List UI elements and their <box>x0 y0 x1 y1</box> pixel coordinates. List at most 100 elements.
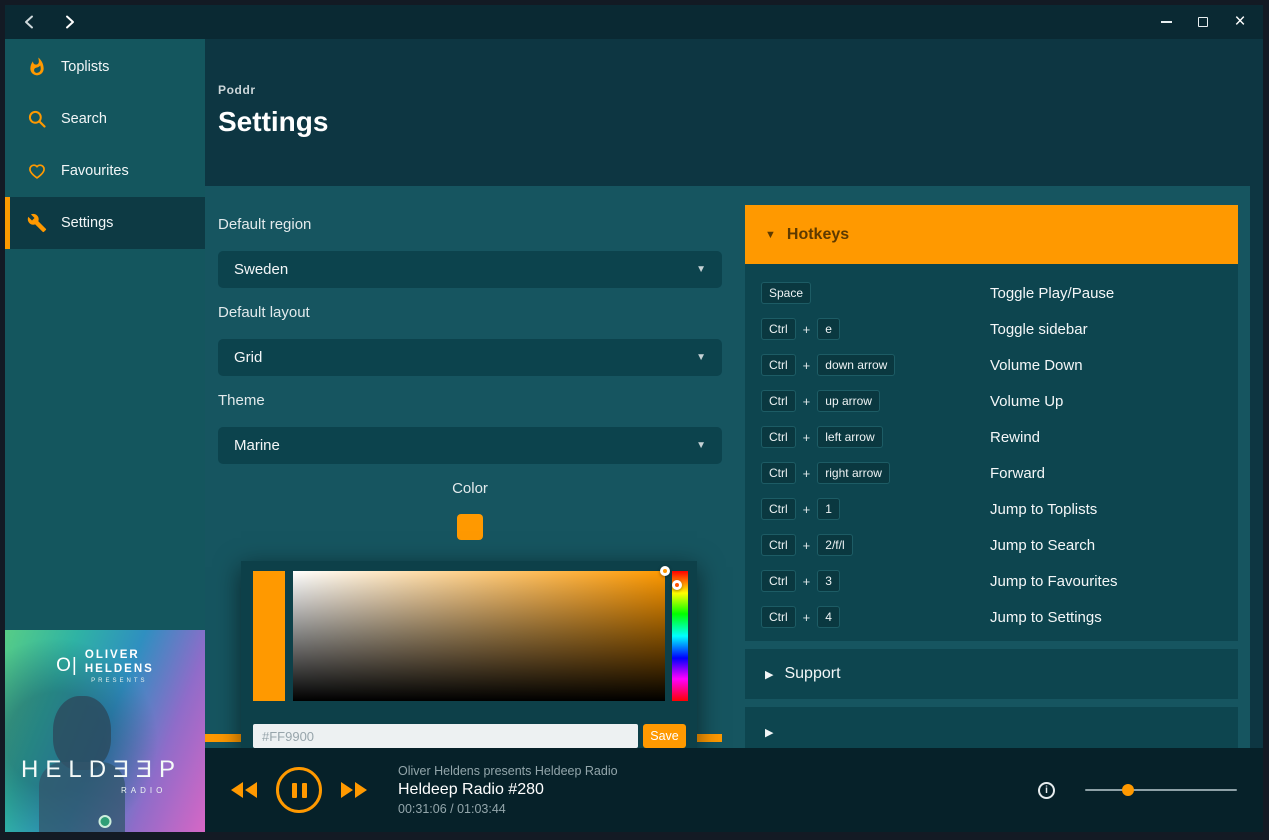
theme-select[interactable]: Marine ▼ <box>218 427 722 464</box>
key-badge: Space <box>761 282 812 304</box>
volume-slider[interactable] <box>1085 784 1237 796</box>
content-area: Default region Sweden ▼ Default layout G… <box>205 186 1263 748</box>
key-badge: right arrow <box>817 462 890 484</box>
key-badge: 3 <box>817 570 840 592</box>
hotkey-row: Ctrl + e Toggle sidebar <box>745 311 1238 347</box>
album-subtitle: RADIO <box>121 786 167 795</box>
hotkey-action: Toggle Play/Pause <box>990 284 1115 302</box>
hotkey-keys: Ctrl +4 <box>761 606 990 628</box>
field-label-theme: Theme <box>218 392 265 409</box>
hotkey-action: Volume Up <box>990 392 1064 410</box>
pause-button[interactable] <box>276 767 322 813</box>
hotkey-row: Space Toggle Play/Pause <box>745 275 1238 311</box>
hotkey-row: Ctrl +4 Jump to Settings <box>745 599 1238 635</box>
close-button[interactable]: × <box>1233 11 1247 32</box>
key-badge: Ctrl <box>761 570 796 592</box>
save-color-button[interactable]: Save <box>643 724 686 748</box>
hotkey-action: Jump to Toplists <box>990 500 1098 518</box>
hotkey-keys: Ctrl + left arrow <box>761 426 990 448</box>
app-name: Poddr <box>218 83 256 97</box>
rewind-button[interactable] <box>230 781 258 799</box>
plus-separator: + <box>802 393 811 409</box>
key-badge: 4 <box>817 606 840 628</box>
hotkey-row: Ctrl +3 Jump to Favourites <box>745 563 1238 599</box>
back-button[interactable] <box>22 14 38 30</box>
hex-color-input[interactable] <box>253 724 638 748</box>
chevron-down-icon: ▼ <box>696 264 706 275</box>
sidebar-item-label: Search <box>61 111 107 127</box>
chevron-left-icon <box>25 15 33 29</box>
plus-separator: + <box>802 501 811 517</box>
key-badge: Ctrl <box>761 498 796 520</box>
sidebar: Toplists Search Favourites Settings <box>5 39 205 630</box>
key-badge: Ctrl <box>761 354 796 376</box>
hotkey-action: Forward <box>990 464 1046 482</box>
support-accordion-header[interactable]: ▶ Support <box>745 649 1238 699</box>
plus-separator: + <box>802 573 811 589</box>
hotkey-action: Jump to Settings <box>990 608 1102 626</box>
key-badge: down arrow <box>817 354 896 376</box>
album-presents: PRESENTS <box>91 678 148 684</box>
info-icon[interactable]: i <box>1038 781 1055 799</box>
color-swatch[interactable] <box>457 514 483 540</box>
volume-knob[interactable] <box>1121 784 1134 796</box>
key-badge: Ctrl <box>761 606 796 628</box>
settings-panel: Default region Sweden ▼ Default layout G… <box>205 186 1250 748</box>
page-header: Poddr Settings <box>205 39 1263 186</box>
plus-separator: + <box>802 321 811 337</box>
plus-separator: + <box>802 429 811 445</box>
sidebar-item-favourites[interactable]: Favourites <box>5 145 205 197</box>
hotkeys-accordion-header[interactable]: ▼ Hotkeys <box>745 205 1238 264</box>
hotkey-row: Ctrl +1 Jump to Toplists <box>745 491 1238 527</box>
pause-icon <box>291 782 297 798</box>
fast-forward-icon <box>341 782 367 798</box>
fast-forward-button[interactable] <box>340 781 368 799</box>
album-artist-line2: HELDENS <box>84 663 154 675</box>
sidebar-item-settings[interactable]: Settings <box>5 197 205 249</box>
key-badge: Ctrl <box>761 318 796 340</box>
album-logo-badge <box>98 815 112 828</box>
color-preview-bar <box>253 571 285 701</box>
plus-separator: + <box>802 609 811 625</box>
field-label-region: Default region <box>218 216 312 233</box>
sidebar-item-search[interactable]: Search <box>5 93 205 145</box>
accordion-column: ▼ Hotkeys Space Toggle Play/Pause Ctrl + e… <box>745 205 1238 748</box>
chevron-down-icon: ▼ <box>696 440 706 451</box>
accordion-header-partial[interactable]: ▶ <box>745 707 1238 748</box>
now-playing-info: Oliver Heldens presents Heldeep Radio He… <box>398 764 618 816</box>
pause-icon-bar <box>301 782 307 798</box>
sidebar-item-label: Settings <box>61 215 114 231</box>
hotkey-row: Ctrl + down arrow Volume Down <box>745 347 1238 383</box>
sidebar-item-toplists[interactable]: Toplists <box>5 41 205 93</box>
hotkey-row: Ctrl + up arrow Volume Up <box>745 383 1238 419</box>
hotkeys-list: Space Toggle Play/Pause Ctrl + e Toggle si… <box>745 264 1238 641</box>
close-icon: × <box>1234 11 1246 32</box>
support-title: Support <box>784 665 841 682</box>
search-icon <box>28 110 46 128</box>
key-badge: Ctrl <box>761 534 796 556</box>
hue-handle[interactable] <box>672 580 682 590</box>
hotkey-keys: Ctrl +1 <box>761 498 990 520</box>
maximize-button[interactable] <box>1196 15 1210 29</box>
album-artist-logo: O| OLIVER HELDENS PRESENTS <box>5 648 205 684</box>
episode-title: Heldeep Radio #280 <box>398 781 544 798</box>
region-select[interactable]: Sweden ▼ <box>218 251 722 288</box>
layout-select[interactable]: Grid ▼ <box>218 339 722 376</box>
forward-button[interactable] <box>61 14 77 30</box>
key-badge: 2/f/l <box>817 534 853 556</box>
hotkey-row: Ctrl + left arrow Rewind <box>745 419 1238 455</box>
key-badge: up arrow <box>817 390 880 412</box>
layout-select-value: Grid <box>234 349 263 366</box>
hue-slider[interactable] <box>672 571 688 701</box>
key-badge: Ctrl <box>761 390 796 412</box>
minimize-icon <box>1160 21 1172 23</box>
saturation-lightness-area[interactable] <box>293 566 670 701</box>
minimize-button[interactable] <box>1159 15 1173 29</box>
plus-separator: + <box>802 537 811 553</box>
hotkey-action: Jump to Favourites <box>990 572 1118 590</box>
saturation-handle[interactable] <box>660 566 670 576</box>
main-column: Poddr Settings Default region Sweden ▼ D… <box>205 39 1263 832</box>
chevron-down-icon: ▼ <box>696 352 706 363</box>
app-body: Toplists Search Favourites Settings O| O… <box>5 39 1263 832</box>
region-select-value: Sweden <box>234 261 289 278</box>
